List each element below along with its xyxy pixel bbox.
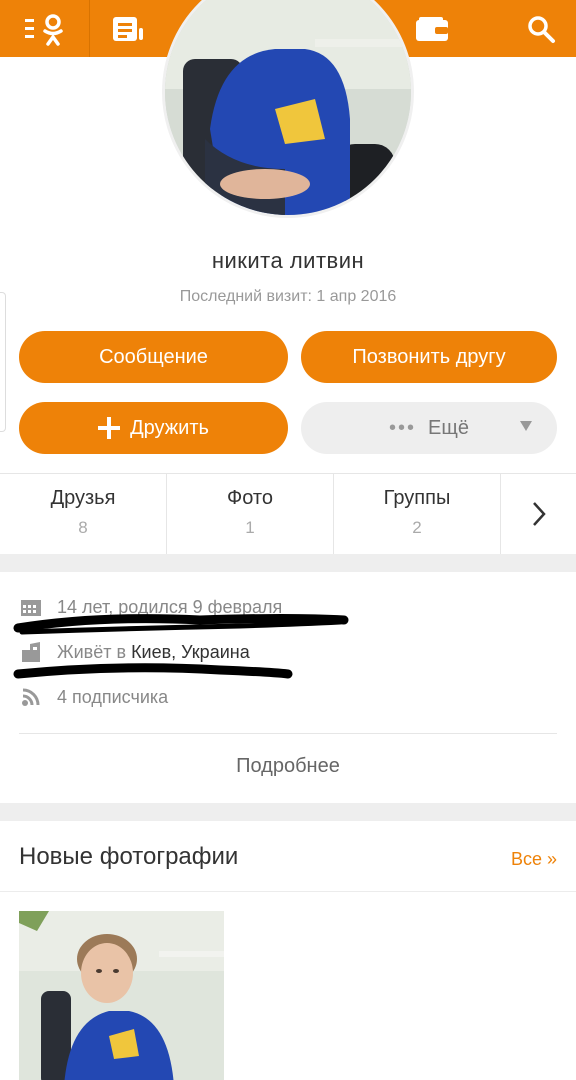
info-divider [19, 733, 557, 734]
section-divider [0, 554, 576, 572]
section-divider [0, 803, 576, 821]
redaction-scribble [13, 614, 349, 679]
more-button[interactable]: ••• Ещё [301, 402, 557, 454]
photo-thumbnail[interactable] [19, 911, 224, 1080]
profile-tabs: Друзья 8 Фото 1 Группы 2 [0, 473, 576, 554]
tab-groups[interactable]: Группы 2 [334, 474, 501, 554]
chevron-right-icon [532, 502, 546, 526]
tab-label: Группы [383, 487, 451, 509]
call-friend-button[interactable]: Позвонить другу [301, 331, 557, 383]
side-panel-handle[interactable] [0, 292, 6, 432]
new-photos-title: Новые фотографии [19, 843, 239, 870]
message-button[interactable]: Сообщение [19, 331, 288, 383]
feed-icon[interactable] [90, 0, 166, 57]
tab-count: 2 [412, 518, 422, 537]
tab-count: 1 [245, 518, 255, 537]
ok-logo-icon[interactable] [0, 0, 90, 57]
tab-count: 8 [78, 518, 88, 537]
add-friend-button[interactable]: Дружить [19, 402, 288, 454]
profile-name: никита литвин [211, 248, 365, 273]
tabs-next-button[interactable] [501, 474, 576, 554]
tab-photos[interactable]: Фото 1 [167, 474, 334, 554]
add-friend-button-label: Дружить [130, 416, 209, 439]
all-photos-link[interactable]: Все » [511, 849, 557, 870]
tab-label: Друзья [50, 487, 116, 509]
more-details-link[interactable]: Подробнее [0, 755, 576, 778]
dropdown-arrow-icon [520, 421, 532, 431]
more-dots-icon: ••• [389, 416, 417, 439]
message-button-label: Сообщение [99, 345, 208, 368]
call-friend-button-label: Позвонить другу [352, 345, 506, 368]
last-visit-text: Последний визит: 1 апр 2016 [179, 288, 397, 305]
plus-icon [98, 417, 121, 439]
tab-friends[interactable]: Друзья 8 [0, 474, 167, 554]
avatar[interactable] [162, 0, 414, 218]
photos-divider [0, 891, 576, 892]
tab-label: Фото [227, 487, 273, 509]
more-button-label: Ещё [428, 416, 469, 439]
search-icon[interactable] [506, 0, 576, 57]
